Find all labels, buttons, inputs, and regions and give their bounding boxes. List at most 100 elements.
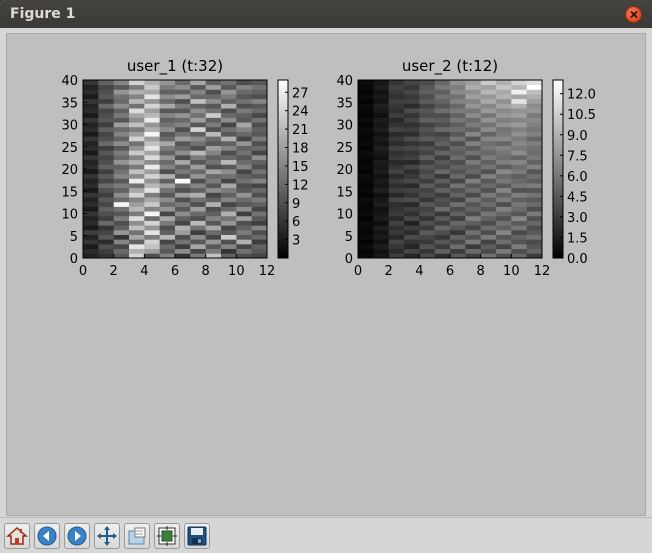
forward-button[interactable]: [64, 523, 90, 549]
heatmap-cell-user-1: [205, 112, 222, 118]
heatmap-cell-user-2: [511, 145, 528, 151]
heatmap-cell-user-2: [419, 164, 436, 170]
heatmap-cell-user-2: [373, 112, 390, 118]
heatmap-cell-user-1: [221, 145, 237, 151]
heatmap-cell-user-2: [388, 136, 405, 142]
heatmap-cell-user-1: [113, 243, 130, 250]
heatmap-cell-user-2: [434, 197, 451, 203]
colorbar-segment-user-1: [278, 121, 288, 125]
title-bar[interactable]: Figure 1: [0, 0, 652, 29]
heatmap-cell-user-1: [175, 94, 191, 100]
heatmap-cell-user-1: [113, 80, 130, 86]
heatmap-cell-user-2: [496, 225, 512, 231]
heatmap-cell-user-2: [465, 178, 482, 184]
heatmap-cell-user-1: [190, 197, 207, 203]
heatmap-cell-user-1: [98, 122, 115, 128]
heatmap-cell-user-2: [373, 126, 390, 132]
heatmap-cell-user-2: [450, 178, 466, 184]
heatmap-cell-user-1: [159, 248, 176, 254]
heatmap-cell-user-1: [190, 140, 207, 146]
heatmap-cell-user-1: [98, 239, 115, 245]
heatmap-cell-user-2: [480, 89, 497, 95]
heatmap-cell-user-1: [221, 136, 237, 142]
heatmap-cell-user-2: [480, 206, 497, 212]
heatmap-cell-user-2: [511, 154, 528, 161]
colorbar-segment-user-2: [553, 204, 563, 208]
heatmap-cell-user-1: [221, 243, 237, 250]
heatmap-cell-user-2: [434, 234, 451, 240]
save-button[interactable]: [184, 523, 210, 549]
heatmap-cell-user-2: [526, 187, 543, 193]
heatmap-cell-user-2: [434, 164, 451, 170]
heatmap-cell-user-2: [511, 84, 528, 90]
heatmap-cell-user-1: [251, 140, 268, 146]
heatmap-cell-user-2: [358, 206, 374, 212]
heatmap-cell-user-2: [419, 94, 436, 100]
heatmap-cell-user-2: [434, 103, 451, 109]
heatmap-cell-user-1: [159, 140, 176, 146]
colorbar-tick-label-user-2: 4.5: [567, 190, 588, 205]
heatmap-cell-user-2: [419, 234, 436, 240]
heatmap-cell-user-1: [175, 220, 191, 226]
heatmap-cell-user-2: [404, 187, 420, 193]
heatmap-cell-user-2: [450, 173, 466, 179]
heatmap-cell-user-1: [98, 229, 115, 235]
colorbar-segment-user-2: [553, 192, 563, 197]
colorbar-segment-user-2: [553, 94, 563, 99]
heatmap-cell-user-1: [83, 80, 99, 86]
heatmap-cell-user-2: [496, 150, 512, 156]
colorbar-segment-user-1: [278, 213, 288, 217]
heatmap-cell-user-1: [175, 164, 191, 170]
heatmap-cell-user-2: [511, 112, 528, 118]
heatmap-cell-user-1: [251, 197, 268, 203]
heatmap-cell-user-1: [236, 84, 253, 90]
heatmap-cell-user-1: [221, 80, 237, 86]
heatmap-cell-user-1: [144, 248, 161, 254]
back-button[interactable]: [34, 523, 60, 549]
heatmap-cell-user-1: [83, 197, 99, 203]
x-tick-label-user-1: 10: [228, 264, 245, 279]
heatmap-cell-user-2: [358, 178, 374, 184]
colorbar-segment-user-1: [278, 160, 288, 164]
x-tick-label-user-1: 0: [79, 264, 87, 279]
subplots-button[interactable]: [154, 523, 180, 549]
heatmap-cell-user-2: [388, 201, 405, 207]
heatmap-cell-user-2: [465, 248, 482, 254]
heatmap-cell-user-2: [511, 201, 528, 207]
heatmap-cell-user-1: [144, 150, 161, 156]
heatmap-cell-user-2: [404, 173, 420, 179]
heatmap-cell-user-1: [98, 211, 115, 217]
heatmap-cell-user-1: [205, 201, 222, 207]
heatmap-cell-user-1: [98, 169, 115, 175]
heatmap-cell-user-2: [419, 84, 436, 90]
heatmap-cell-user-1: [175, 154, 191, 161]
heatmap-cell-user-1: [98, 197, 115, 203]
heatmap-cell-user-2: [358, 112, 374, 118]
heatmap-cell-user-2: [450, 164, 466, 170]
close-button[interactable]: [625, 6, 642, 23]
y-tick-label-user-2: 10: [336, 208, 353, 223]
heatmap-cell-user-2: [373, 154, 390, 161]
heatmap-cell-user-2: [480, 131, 497, 137]
heatmap-cell-user-1: [175, 187, 191, 193]
heatmap-cell-user-1: [221, 131, 237, 137]
heatmap-cell-user-2: [404, 140, 420, 146]
heatmap-cell-user-1: [251, 159, 268, 165]
heatmap-cell-user-2: [496, 84, 512, 90]
heatmap-cell-user-2: [480, 192, 497, 198]
home-button[interactable]: [4, 523, 30, 549]
heatmap-cell-user-2: [526, 201, 543, 207]
heatmap-cell-user-2: [526, 145, 543, 151]
figure-canvas[interactable]: user_1 (t:32) 0 2 4 6 8 10 12 0 5 10 15 20 25 30 35 40 3…: [6, 33, 646, 516]
heatmap-cell-user-1: [205, 159, 222, 165]
pan-button[interactable]: [94, 523, 120, 549]
heatmap-cell-user-2: [419, 122, 436, 128]
heatmap-cell-user-1: [251, 201, 268, 207]
x-tick-label-user-2: 10: [503, 264, 520, 279]
heatmap-cell-user-1: [236, 164, 253, 170]
zoom-button[interactable]: [124, 523, 150, 549]
heatmap-cell-user-2: [511, 122, 528, 128]
heatmap-cell-user-1: [190, 206, 207, 212]
colorbar-segment-user-2: [553, 148, 563, 152]
heatmap-cell-user-1: [98, 243, 115, 250]
